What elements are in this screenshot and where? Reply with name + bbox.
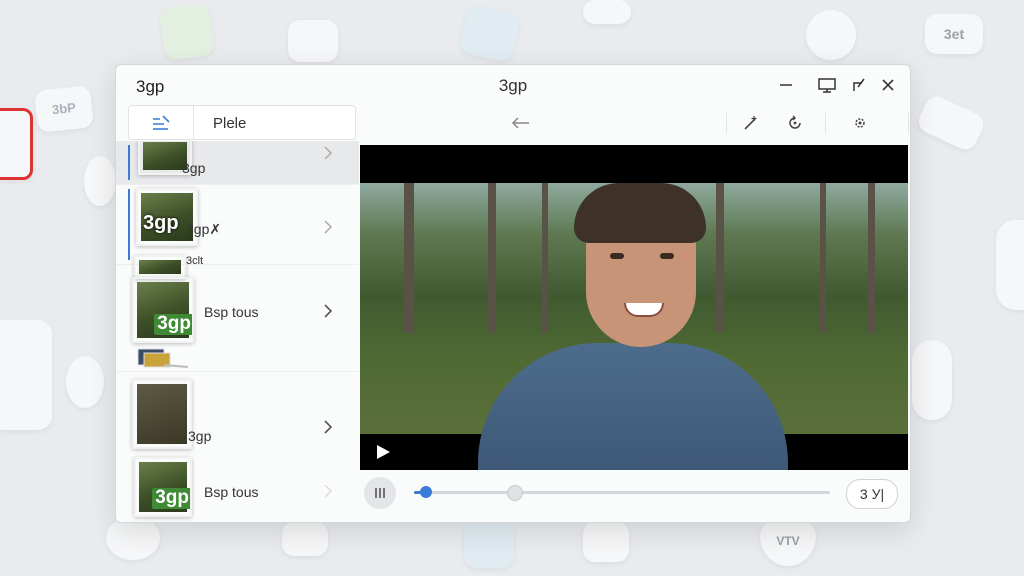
list-item-label: 3gp [182, 160, 206, 176]
monitor-icon [818, 78, 836, 93]
list-item-label: 3clt [186, 255, 204, 265]
desktop-tile [0, 320, 52, 430]
video-frame [360, 183, 908, 470]
desktop-tile [464, 520, 514, 568]
desktop-tile [288, 20, 338, 62]
desktop-tile: 3bP [33, 85, 95, 133]
expand-icon [853, 78, 865, 91]
play-icon [377, 445, 390, 459]
format-badge: 3gp [154, 313, 192, 335]
gear-icon [855, 118, 865, 128]
desktop-tile: 3et [925, 14, 983, 54]
fullscreen-button[interactable] [845, 73, 871, 97]
playlist-tool-button[interactable] [129, 106, 194, 139]
rotate-icon [789, 115, 801, 129]
list-item[interactable]: 3gp Bsp tous [116, 271, 359, 372]
play-button[interactable] [374, 443, 392, 461]
list-item[interactable]: 3gp 3gp Bsp tous [116, 373, 359, 522]
minimize-button[interactable] [773, 73, 799, 97]
toolbar-divider [726, 113, 727, 133]
player-window: 3gp 3gp Plele 3gp 3gp 3gp✗ 3clt 3gp Bsp … [115, 64, 911, 523]
desktop-tile: VTV [760, 516, 816, 566]
desktop-tile [282, 522, 328, 556]
rotate-button[interactable] [784, 112, 806, 134]
desktop-tile [84, 156, 116, 206]
media-stack-icon [134, 345, 189, 368]
video-player[interactable] [360, 145, 908, 470]
list-item[interactable]: 3gp [116, 141, 359, 185]
settings-button[interactable] [849, 112, 871, 134]
playback-controls: 3 У| [360, 473, 908, 519]
desktop-tile [583, 0, 631, 24]
desktop-tile [996, 220, 1024, 310]
format-badge: 3gp [143, 212, 179, 234]
list-item-label: 3gp✗ [186, 221, 222, 237]
desktop-tile [66, 356, 104, 408]
time-display[interactable]: 3 У| [846, 479, 898, 509]
seek-handle[interactable] [420, 486, 433, 498]
back-button[interactable] [510, 112, 532, 134]
title-bar: 3gp 3gp [116, 65, 910, 105]
format-badge: 3gp [152, 487, 190, 509]
chevron-right-icon [321, 483, 335, 499]
chevron-right-icon [321, 419, 335, 435]
tab-group: Plele [128, 105, 356, 140]
arrow-left-icon [511, 117, 529, 129]
desktop-tile [458, 2, 522, 64]
cast-button[interactable] [814, 73, 840, 97]
toolbar-divider [908, 113, 909, 133]
chevron-right-icon [321, 145, 335, 161]
video-thumbnail: 3gp [132, 277, 194, 343]
effects-button[interactable] [740, 112, 762, 134]
chevron-right-icon [321, 219, 335, 235]
seek-bar[interactable] [414, 485, 830, 501]
toolbar: Plele [116, 105, 910, 141]
minimize-icon [780, 84, 792, 86]
magic-wand-icon [744, 116, 757, 130]
video-thumbnail: 3gp [134, 457, 192, 517]
desktop-tile [912, 340, 952, 420]
desktop-tile [914, 92, 988, 154]
desktop-tile [158, 2, 216, 62]
list-item-label: Bsp tous [204, 484, 259, 500]
list-item-label: 3gp [188, 428, 212, 444]
close-icon [882, 79, 894, 91]
buffer-marker [506, 485, 523, 501]
tab-label[interactable]: Plele [213, 115, 246, 132]
pause-icon [375, 488, 385, 498]
desktop-tile [806, 10, 856, 60]
desktop-tile [583, 522, 629, 562]
toolbar-divider [825, 113, 826, 133]
pause-button[interactable] [364, 477, 396, 509]
close-button[interactable] [875, 73, 901, 97]
video-thumbnail [132, 379, 192, 449]
list-item-label: Bsp tous [204, 304, 259, 320]
playlist-sidebar: 3gp 3gp 3gp✗ 3clt 3gp Bsp tous 3gp 3gp B… [116, 141, 359, 522]
desktop-tile [0, 108, 33, 180]
edit-list-icon [153, 114, 170, 130]
chevron-right-icon [321, 303, 335, 319]
list-item[interactable]: 3gp 3gp✗ 3clt [116, 185, 359, 279]
